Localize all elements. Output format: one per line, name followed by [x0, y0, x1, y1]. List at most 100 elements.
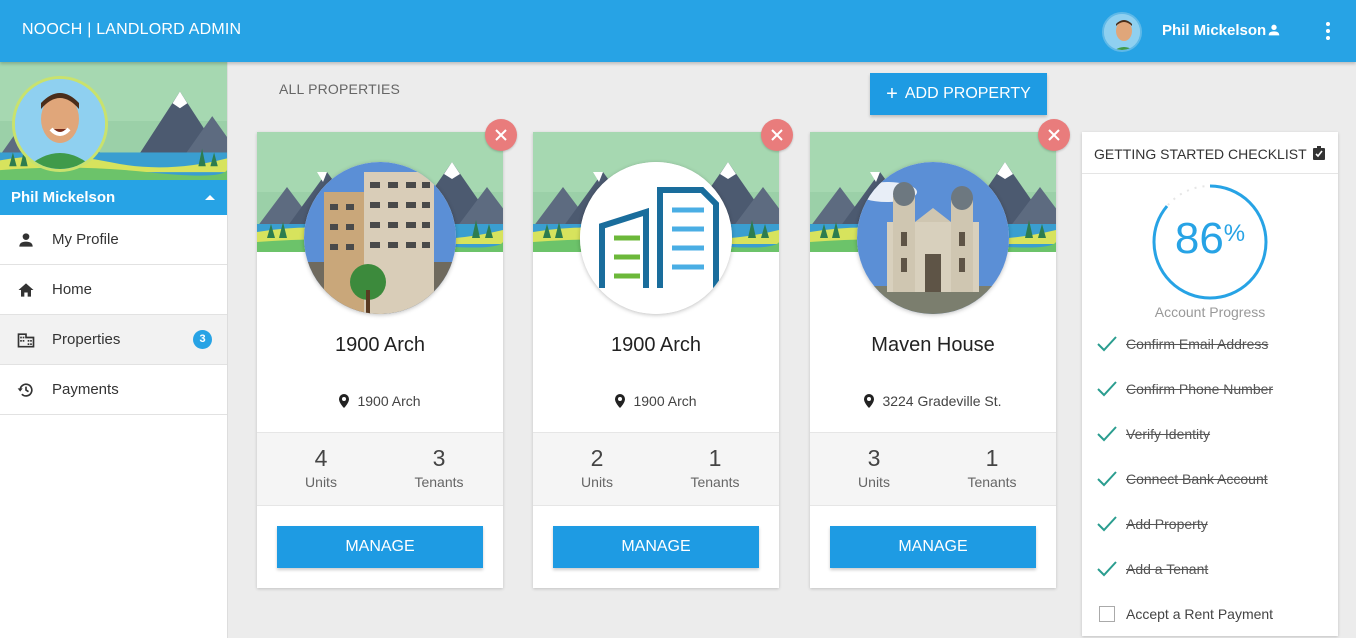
person-icon[interactable] — [1266, 22, 1282, 38]
checklist-item[interactable]: Connect Bank Account — [1096, 468, 1326, 490]
property-stats: 2 Units 1 Tenants — [533, 432, 779, 506]
church-photo — [857, 162, 1009, 314]
progress-unit: % — [1223, 220, 1246, 247]
manage-button[interactable]: MANAGE — [277, 526, 483, 568]
checkmark-icon — [1096, 468, 1118, 490]
units-label: Units — [581, 474, 613, 490]
checkmark-icon — [1096, 513, 1118, 535]
property-card: Maven House 3224 Gradeville St. 3 Units … — [810, 119, 1070, 588]
sidebar-item-payments[interactable]: Payments — [0, 365, 227, 415]
properties-count-badge: 3 — [193, 330, 212, 349]
location-pin-icon — [615, 394, 626, 408]
tenants-label: Tenants — [967, 474, 1017, 490]
tenants-count: 1 — [708, 445, 722, 471]
checklist-header: GETTING STARTED CHECKLIST — [1082, 132, 1338, 174]
sidebar-item-label: Home — [52, 281, 93, 298]
tenants-count: 3 — [432, 445, 446, 471]
property-name: Maven House — [871, 334, 995, 356]
checklist-item-label: Connect Bank Account — [1126, 471, 1268, 487]
units-label: Units — [858, 474, 890, 490]
units-label: Units — [305, 474, 337, 490]
sidebar: Phil Mickelson My Profile Home Propertie… — [0, 62, 228, 638]
checklist-item-label: Confirm Email Address — [1126, 336, 1269, 352]
property-address-text: 3224 Gradeville St. — [882, 393, 1002, 409]
progress-number: 86 — [1174, 214, 1224, 263]
property-address: 1900 Arch — [257, 393, 503, 409]
units-count: 3 — [867, 445, 881, 471]
sidebar-banner — [0, 62, 227, 180]
property-address-text: 1900 Arch — [357, 393, 421, 409]
property-name: 1900 Arch — [610, 334, 702, 356]
property-stats: 3 Units 1 Tenants — [810, 432, 1056, 506]
tenants-stat: 3 Tenants — [389, 445, 489, 490]
checklist-item-label: Accept a Rent Payment — [1126, 606, 1274, 622]
sidebar-avatar[interactable] — [12, 76, 108, 172]
sidebar-item-properties[interactable]: Properties 3 — [0, 315, 227, 365]
plus-icon: + — [886, 83, 898, 105]
manage-button[interactable]: MANAGE — [830, 526, 1036, 568]
sidebar-item-label: Payments — [52, 381, 119, 398]
checkmark-icon — [1096, 558, 1118, 580]
property-card: 1900 Arch 1900 Arch 4 Units 3 Tenants MA… — [257, 119, 517, 588]
close-icon[interactable] — [1038, 119, 1070, 151]
units-stat: 2 Units — [547, 445, 647, 490]
property-address: 1900 Arch — [533, 393, 779, 409]
app-title: NOOCH | LANDLORD ADMIN — [22, 21, 242, 38]
checklist-item[interactable]: Add Property — [1096, 513, 1326, 535]
checkmark-icon — [1096, 423, 1118, 445]
property-address-text: 1900 Arch — [633, 393, 697, 409]
caret-up-icon — [205, 195, 215, 200]
sidebar-item-home[interactable]: Home — [0, 265, 227, 315]
tenants-count: 1 — [985, 445, 999, 471]
units-stat: 3 Units — [824, 445, 924, 490]
tenants-label: Tenants — [414, 474, 464, 490]
checkbox[interactable] — [1096, 603, 1118, 625]
checklist-item-label: Add a Tenant — [1126, 561, 1209, 577]
units-stat: 4 Units — [271, 445, 371, 490]
close-icon[interactable] — [761, 119, 793, 151]
add-property-label: ADD PROPERTY — [904, 85, 1031, 102]
sidebar-item-my-profile[interactable]: My Profile — [0, 215, 227, 265]
assignment-check-icon — [1313, 146, 1325, 160]
units-count: 2 — [590, 445, 604, 471]
tenants-label: Tenants — [690, 474, 740, 490]
checklist-item[interactable]: Add a Tenant — [1096, 558, 1326, 580]
checklist-item[interactable]: Accept a Rent Payment — [1096, 603, 1326, 625]
checkmark-icon — [1096, 333, 1118, 355]
account-progress-ring: 86% — [1148, 180, 1272, 304]
checklist-item-label: Confirm Phone Number — [1126, 381, 1274, 397]
home-icon — [18, 282, 34, 297]
checkmark-icon — [1096, 378, 1118, 400]
close-icon[interactable] — [485, 119, 517, 151]
tenants-stat: 1 Tenants — [942, 445, 1042, 490]
manage-button[interactable]: MANAGE — [553, 526, 759, 568]
location-pin-icon — [864, 394, 875, 408]
user-name[interactable]: Phil Mickelson — [1162, 22, 1266, 39]
top-app-bar: NOOCH | LANDLORD ADMIN Phil Mickelson — [0, 0, 1356, 62]
checklist-item-label: Add Property — [1126, 516, 1208, 532]
progress-label: Account Progress — [1154, 304, 1266, 320]
units-count: 4 — [314, 445, 328, 471]
more-vert-icon[interactable] — [1318, 20, 1338, 42]
user-avatar[interactable] — [1102, 12, 1142, 52]
property-address: 3224 Gradeville St. — [810, 393, 1056, 409]
apartment-building-photo — [304, 162, 456, 314]
getting-started-checklist: GETTING STARTED CHECKLIST 86% Account Pr… — [1082, 132, 1338, 636]
add-property-button[interactable]: + ADD PROPERTY — [870, 73, 1047, 115]
tenants-stat: 1 Tenants — [665, 445, 765, 490]
building-icon — [17, 332, 35, 347]
property-card: 1900 Arch 1900 Arch 2 Units 1 Tenants MA… — [533, 119, 793, 588]
building-logo-icon — [580, 162, 732, 314]
checklist-item[interactable]: Confirm Phone Number — [1096, 378, 1326, 400]
progress-value: 86% — [1148, 214, 1272, 264]
sidebar-item-label: My Profile — [52, 231, 119, 248]
checklist-item[interactable]: Confirm Email Address — [1096, 333, 1326, 355]
sidebar-user-toggle[interactable]: Phil Mickelson — [0, 180, 227, 215]
sidebar-item-label: Properties — [52, 331, 121, 348]
history-icon — [17, 382, 33, 397]
checklist-item-label: Verify Identity — [1126, 426, 1211, 442]
checklist-item[interactable]: Verify Identity — [1096, 423, 1326, 445]
property-name: 1900 Arch — [334, 334, 426, 356]
sidebar-user-name: Phil Mickelson — [11, 189, 116, 206]
location-pin-icon — [339, 394, 350, 408]
